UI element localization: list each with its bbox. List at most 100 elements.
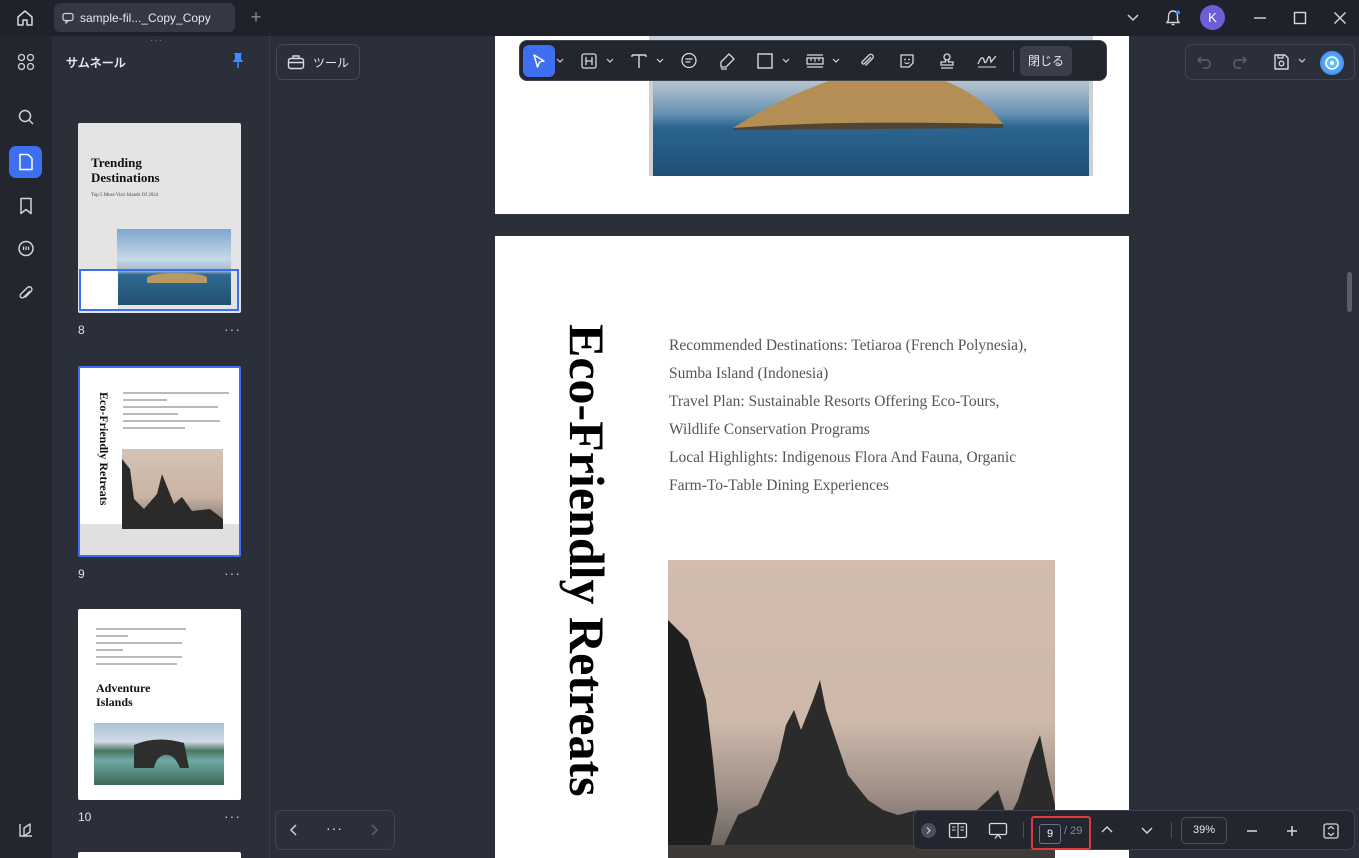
select-cursor-icon[interactable] <box>523 44 555 77</box>
thumbnail-page-10[interactable]: Adventure Islands <box>78 609 241 800</box>
pin-icon[interactable] <box>229 51 247 69</box>
home-icon[interactable] <box>10 5 40 31</box>
body-line-4: Wildlife Conservation Programs <box>669 421 870 438</box>
highlighter-tool-icon[interactable] <box>709 45 745 77</box>
more-options-icon[interactable]: ··· <box>326 820 343 836</box>
minimize-icon[interactable] <box>1247 6 1273 30</box>
thumb-10-title-line2: Islands <box>96 695 133 709</box>
toolbar-divider <box>1013 49 1014 72</box>
thumbnail-pager: ··· <box>275 810 395 850</box>
fit-page-icon[interactable] <box>1322 822 1340 840</box>
page-number-box: 9 / 29 <box>1031 816 1091 850</box>
history-save-group <box>1185 44 1355 80</box>
panel-resize-handle[interactable]: ··· <box>150 36 170 46</box>
page-navigation-bar: 9 / 29 39% <box>913 810 1355 850</box>
chevron-down-icon[interactable] <box>1120 6 1146 30</box>
page-body-text: Recommended Destinations: Tetiaroa (Fren… <box>669 332 1027 500</box>
thumbnail-page-9[interactable]: Eco-Friendly Retreats <box>78 366 241 557</box>
document-page-9: Eco-Friendly Retreats Recommended Destin… <box>495 236 1129 858</box>
document-workspace: ツール Eco-Friendly Retreats Recommended De… <box>270 36 1359 858</box>
total-pages: / 29 <box>1064 825 1083 837</box>
shape-chevron-icon[interactable] <box>781 45 791 77</box>
chevron-left-icon[interactable] <box>288 823 300 837</box>
panel-title: サムネール <box>66 56 126 70</box>
attach-tool-icon[interactable] <box>849 45 885 77</box>
body-line-3: Travel Plan: Sustainable Resorts Offerin… <box>669 393 1000 410</box>
thumb-8-caption <box>173 133 231 147</box>
thumb-9-more-button[interactable]: ··· <box>224 565 241 581</box>
body-line-5: Local Highlights: Indigenous Flora And F… <box>669 449 1017 466</box>
thumb-10-text-lines <box>96 628 186 665</box>
search-icon[interactable] <box>9 101 42 133</box>
close-button[interactable]: 閉じる <box>1020 45 1073 76</box>
zoom-out-icon[interactable] <box>1245 824 1259 838</box>
body-line-6: Farm-To-Table Dining Experiences <box>669 477 889 494</box>
presentation-icon[interactable] <box>988 822 1008 840</box>
thumb-9-number: 9 <box>78 567 85 581</box>
maximize-icon[interactable] <box>1287 6 1313 30</box>
bar-divider <box>1023 822 1024 838</box>
reading-mode-icon[interactable] <box>948 822 968 839</box>
next-page-icon[interactable] <box>1140 826 1154 836</box>
new-tab-button[interactable]: + <box>246 8 266 28</box>
previous-page-icon[interactable] <box>1100 824 1114 834</box>
thumbnail-panel: ··· サムネール Trending Destinations Top 5 Mu… <box>52 36 270 858</box>
thumbnail-page-11[interactable] <box>78 852 241 858</box>
chat-icon <box>62 12 74 24</box>
zoom-level[interactable]: 39% <box>1181 817 1227 844</box>
zoom-in-icon[interactable] <box>1285 824 1299 838</box>
thumbnail-page-8[interactable]: Trending Destinations Top 5 Must-Visit I… <box>78 123 241 313</box>
tools-button[interactable]: ツール <box>276 44 360 80</box>
current-page-input[interactable]: 9 <box>1039 824 1061 844</box>
document-tab[interactable]: sample-fil..._Copy_Copy <box>54 3 235 32</box>
collapse-bar-icon[interactable] <box>921 823 936 838</box>
save-chevron-icon[interactable] <box>1298 58 1306 64</box>
comment-icon[interactable] <box>9 233 42 265</box>
page-vertical-title: Eco-Friendly Retreats <box>559 324 615 797</box>
body-line-2: Sumba Island (Indonesia) <box>669 365 829 382</box>
bookmark-icon[interactable] <box>9 190 42 222</box>
vertical-scrollbar[interactable] <box>1347 272 1352 312</box>
thumbnails-icon[interactable] <box>9 146 42 178</box>
toolbox-icon <box>287 54 305 70</box>
shape-tool-icon[interactable] <box>749 45 781 77</box>
thumb-10-number: 10 <box>78 810 92 824</box>
redo-icon[interactable] <box>1232 54 1248 70</box>
thumb-8-number: 8 <box>78 323 85 337</box>
thumb-9-text-lines <box>123 392 233 429</box>
stamp-tool-icon[interactable] <box>929 45 965 77</box>
attachment-icon[interactable] <box>9 278 42 310</box>
close-window-icon[interactable] <box>1327 6 1353 30</box>
body-line-1: Recommended Destinations: Tetiaroa (Fren… <box>669 337 1028 354</box>
undo-icon[interactable] <box>1196 54 1212 70</box>
thumb-10-more-button[interactable]: ··· <box>224 808 241 824</box>
thumb-8-title-line2: Destinations <box>91 170 160 185</box>
measure-tool-icon[interactable] <box>799 45 831 77</box>
measure-chevron-icon[interactable] <box>831 45 841 77</box>
signature-tool-icon[interactable] <box>969 45 1005 77</box>
tab-title: sample-fil..._Copy_Copy <box>80 10 211 25</box>
notification-bell-icon[interactable] <box>1160 6 1186 30</box>
thumb-9-rock-image <box>122 449 223 529</box>
sticker-tool-icon[interactable] <box>889 45 925 77</box>
text-chevron-icon[interactable] <box>655 45 665 77</box>
heading-tool-icon[interactable] <box>573 45 605 77</box>
thumb-10-arch-image <box>94 723 224 785</box>
save-icon[interactable] <box>1272 53 1290 71</box>
select-chevron-icon[interactable] <box>555 45 565 77</box>
thumb-9-vertical-title: Eco-Friendly Retreats <box>97 392 111 506</box>
apps-grid-icon[interactable] <box>9 46 42 78</box>
thumb-8-blank <box>81 271 118 309</box>
ai-assistant-icon[interactable] <box>1320 51 1344 75</box>
thumb-8-more-button[interactable]: ··· <box>224 321 241 337</box>
tools-label: ツール <box>312 55 349 70</box>
thumb-8-title-line1: Trending <box>91 155 142 170</box>
text-tool-icon[interactable] <box>623 45 655 77</box>
chevron-right-icon[interactable] <box>368 823 380 837</box>
annotation-toolbar: 閉じる <box>519 40 1107 81</box>
heading-chevron-icon[interactable] <box>605 45 615 77</box>
user-avatar[interactable]: K <box>1200 5 1225 30</box>
bar-divider-2 <box>1171 822 1172 838</box>
comment-tool-icon[interactable] <box>671 45 707 77</box>
sidebar-toggle-icon[interactable] <box>9 814 42 846</box>
